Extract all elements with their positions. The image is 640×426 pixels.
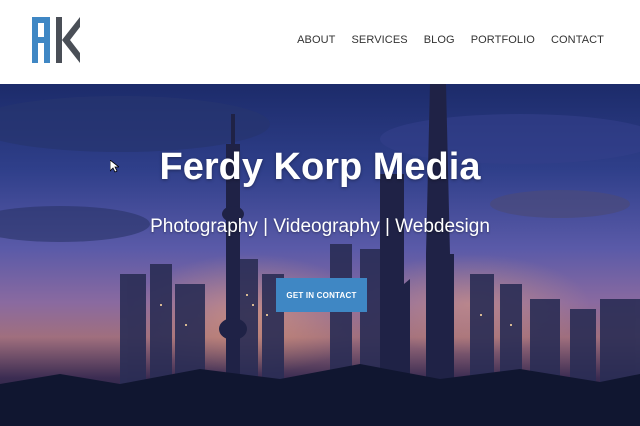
main-nav: ABOUT SERVICES BLOG PORTFOLIO CONTACT [297, 33, 604, 47]
site-header: ABOUT SERVICES BLOG PORTFOLIO CONTACT [0, 0, 640, 84]
nav-blog[interactable]: BLOG [424, 33, 455, 47]
get-in-contact-button[interactable]: GET IN CONTACT [276, 278, 367, 312]
hero-title: Ferdy Korp Media [159, 146, 481, 188]
fk-logo-icon[interactable] [32, 17, 82, 63]
nav-services[interactable]: SERVICES [351, 33, 407, 47]
hero-section: Ferdy Korp Media Photography | Videograp… [0, 84, 640, 426]
mouse-pointer-icon [110, 160, 119, 173]
nav-contact[interactable]: CONTACT [551, 33, 604, 47]
city-skyline-image [0, 84, 640, 426]
nav-portfolio[interactable]: PORTFOLIO [471, 33, 535, 47]
hero-subtitle: Photography | Videography | Webdesign [150, 216, 490, 237]
nav-about[interactable]: ABOUT [297, 33, 335, 47]
